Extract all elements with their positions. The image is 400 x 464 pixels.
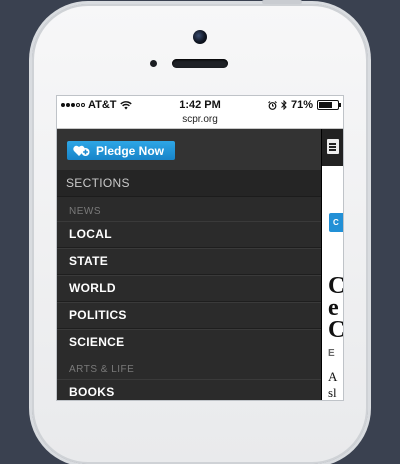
body-line-2: sl xyxy=(328,385,337,400)
url-bar[interactable]: scpr.org xyxy=(57,114,343,129)
battery-icon xyxy=(317,100,341,110)
alarm-icon xyxy=(268,100,277,110)
content-button[interactable]: C xyxy=(329,213,343,232)
pledge-area: Pledge Now xyxy=(57,129,321,170)
menu-item-state[interactable]: STATE xyxy=(57,248,321,275)
pledge-now-button[interactable]: Pledge Now xyxy=(67,141,175,160)
heart-plus-icon xyxy=(73,145,90,156)
battery-percent: 71% xyxy=(290,99,313,111)
bluetooth-icon xyxy=(281,100,287,110)
header-bar xyxy=(322,129,343,166)
pledge-now-label: Pledge Now xyxy=(96,143,165,158)
earpiece-speaker xyxy=(172,59,228,68)
menu-item-science[interactable]: SCIENCE xyxy=(57,329,321,355)
menu-item-world[interactable]: WORLD xyxy=(57,275,321,302)
byline: E xyxy=(328,348,335,359)
power-button xyxy=(262,0,302,4)
status-bar: AT&T 1:42 PM 71% xyxy=(57,96,343,114)
headline-line-3[interactable]: C xyxy=(328,317,343,344)
battery-level xyxy=(319,102,332,108)
proximity-sensor xyxy=(150,60,157,67)
phone-screen: AT&T 1:42 PM 71% scpr.org Pledge Now SEC… xyxy=(57,96,343,400)
menu-toggle-icon[interactable] xyxy=(327,139,339,154)
news-group-heading: NEWS xyxy=(69,206,101,217)
url-text: scpr.org xyxy=(182,114,218,125)
arts-life-group-heading: ARTS & LIFE xyxy=(69,364,135,375)
content-button-label: C xyxy=(333,218,339,227)
sections-menu: Pledge Now SECTIONS NEWS LOCAL STATE WOR… xyxy=(57,129,321,400)
body-line-1: A xyxy=(328,369,338,384)
menu-item-books[interactable]: BOOKS xyxy=(57,379,321,400)
front-camera xyxy=(193,30,207,44)
menu-item-local[interactable]: LOCAL xyxy=(57,221,321,248)
sections-header: SECTIONS xyxy=(57,170,321,197)
menu-item-politics[interactable]: POLITICS xyxy=(57,302,321,329)
page-content-peek: C C e C E A sl xyxy=(321,129,343,400)
